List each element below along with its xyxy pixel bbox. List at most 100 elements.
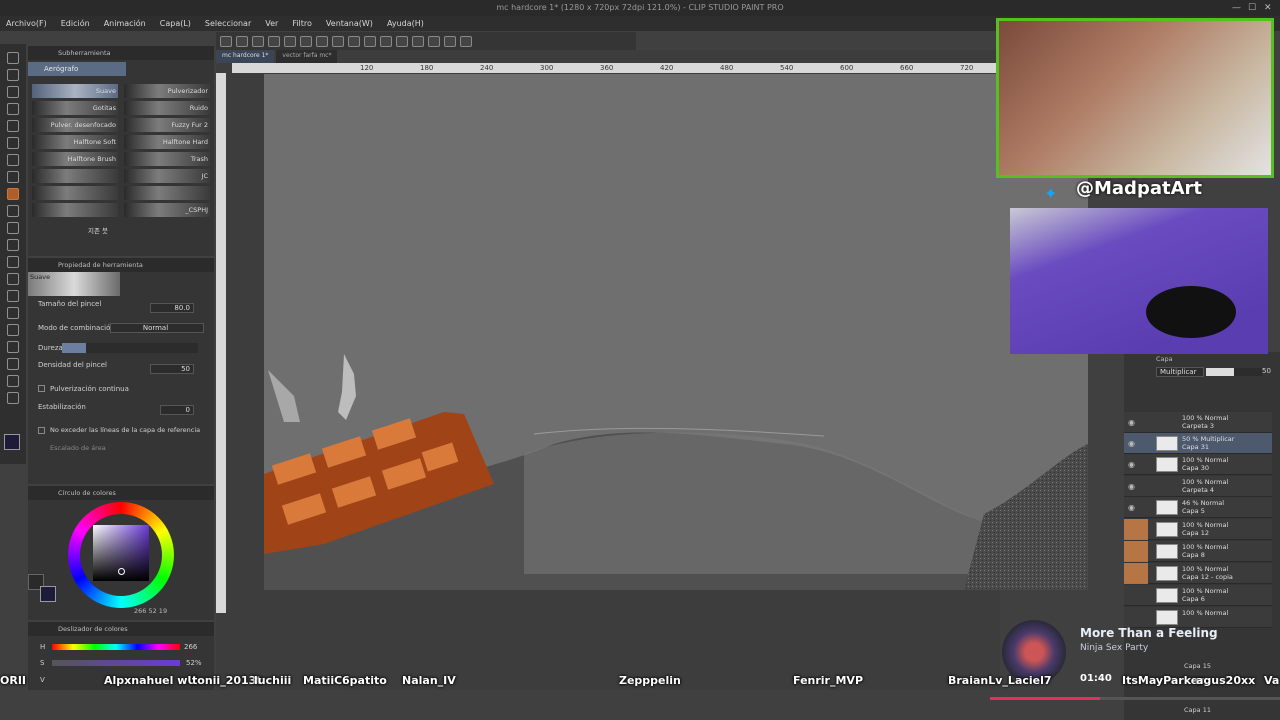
- layer-row[interactable]: ◉ 50 % Multiplicar Capa 31: [1124, 433, 1272, 454]
- menu-edicion[interactable]: Edición: [61, 19, 90, 28]
- ruler-tick-label: 600: [840, 64, 854, 72]
- menu-archivo[interactable]: Archivo(F): [6, 19, 47, 28]
- snap-grid-icon[interactable]: [380, 35, 392, 47]
- density-field[interactable]: 50: [150, 364, 194, 374]
- ruler-tick-label: 120: [360, 64, 374, 72]
- new-file-icon[interactable]: [220, 35, 232, 47]
- layer-row[interactable]: 100 % Normal: [1124, 607, 1272, 628]
- menu-ayuda[interactable]: Ayuda(H): [387, 19, 424, 28]
- redo-icon[interactable]: [284, 35, 296, 47]
- layer-row[interactable]: 100 % Normal Capa 12 - copia: [1124, 563, 1272, 584]
- layer-row[interactable]: 100 % Normal Capa 6: [1124, 585, 1272, 606]
- save-icon[interactable]: [252, 35, 264, 47]
- drawing-canvas[interactable]: [264, 74, 1088, 590]
- settings-icon[interactable]: [460, 35, 472, 47]
- blend-tool-icon[interactable]: [7, 256, 19, 268]
- layer-opacity-slider[interactable]: [1206, 368, 1262, 376]
- auto-select-tool-icon[interactable]: [7, 120, 19, 132]
- lasso-tool-icon[interactable]: [7, 103, 19, 115]
- eyedropper-tool-icon[interactable]: [7, 137, 19, 149]
- menu-animacion[interactable]: Animación: [104, 19, 146, 28]
- layer-mode: 100 % Normal: [1182, 478, 1229, 486]
- visibility-eye-icon[interactable]: ◉: [1128, 439, 1135, 448]
- layer-row[interactable]: ◉ 100 % Normal Capa 30: [1124, 454, 1272, 475]
- twitter-handle: @MadpatArt: [1076, 178, 1202, 199]
- layer-name[interactable]: Capa 15: [1184, 662, 1211, 670]
- subtool-group-airbrush[interactable]: Aerógrafo: [28, 62, 126, 76]
- layer-name: Capa 12: [1182, 529, 1209, 537]
- tone-icon[interactable]: [412, 35, 424, 47]
- menu-ventana[interactable]: Ventana(W): [326, 19, 373, 28]
- layer-name[interactable]: Capa 11: [1184, 706, 1211, 714]
- brush-size-field[interactable]: 80.0: [150, 303, 194, 313]
- frame-tool-icon[interactable]: [7, 324, 19, 336]
- clear-icon[interactable]: [300, 35, 312, 47]
- brush-custom[interactable]: [32, 169, 118, 183]
- deselect-icon[interactable]: [348, 35, 360, 47]
- correct-line-tool-icon[interactable]: [7, 392, 19, 404]
- close-icon[interactable]: ✕: [1264, 3, 1274, 13]
- visibility-eye-icon[interactable]: ◉: [1128, 460, 1135, 469]
- open-file-icon[interactable]: [236, 35, 248, 47]
- menu-filtro[interactable]: Filtro: [292, 19, 312, 28]
- select-tool-icon[interactable]: [7, 86, 19, 98]
- viewer-name: tonii_2013t: [192, 674, 262, 687]
- flip-icon[interactable]: [428, 35, 440, 47]
- snap-special-icon[interactable]: [396, 35, 408, 47]
- text-tool-icon[interactable]: [7, 358, 19, 370]
- maximize-icon[interactable]: ☐: [1248, 3, 1258, 13]
- snap-ruler-icon[interactable]: [364, 35, 376, 47]
- transform-icon[interactable]: [332, 35, 344, 47]
- visibility-eye-icon[interactable]: ◉: [1128, 482, 1135, 491]
- layer-row[interactable]: ◉ 100 % Normal Carpeta 4: [1124, 476, 1272, 497]
- brush-custom[interactable]: [124, 186, 210, 200]
- menu-seleccionar[interactable]: Seleccionar: [205, 19, 251, 28]
- tab-vector-farfa[interactable]: vector farfa mc*: [276, 50, 338, 63]
- no-exceed-checkbox[interactable]: [38, 427, 45, 434]
- airbrush-tool-icon[interactable]: [7, 188, 19, 200]
- menu-ver[interactable]: Ver: [265, 19, 278, 28]
- layer-row[interactable]: 100 % Normal Capa 8: [1124, 541, 1272, 562]
- fill-icon[interactable]: [316, 35, 328, 47]
- brush-label: Ruido: [189, 104, 208, 112]
- eraser-tool-icon[interactable]: [7, 239, 19, 251]
- ruler-tick-label: 240: [480, 64, 494, 72]
- brush-tool-icon[interactable]: [7, 205, 19, 217]
- zoom-tool-icon[interactable]: [7, 52, 19, 64]
- hue-slider[interactable]: [52, 644, 180, 650]
- minimize-icon[interactable]: —: [1232, 3, 1242, 13]
- brush-custom[interactable]: [32, 186, 118, 200]
- horizontal-ruler: 120180240300360420480540600660720780840: [232, 63, 1093, 73]
- undo-icon[interactable]: [268, 35, 280, 47]
- move-tool-icon[interactable]: [7, 69, 19, 81]
- layer-blend-select[interactable]: Multiplicar: [1156, 367, 1204, 377]
- main-color-swatch[interactable]: [40, 586, 56, 602]
- brush-custom[interactable]: [32, 203, 118, 217]
- brush-label[interactable]: 지존 붓: [88, 225, 108, 235]
- subtool-panel-title: Subherramienta: [28, 46, 214, 60]
- figure-tool-icon[interactable]: [7, 307, 19, 319]
- visibility-eye-icon[interactable]: ◉: [1128, 418, 1135, 427]
- layer-color-tag: [1124, 541, 1148, 562]
- main-color-swatch[interactable]: [4, 434, 20, 450]
- pen-tool-icon[interactable]: [7, 154, 19, 166]
- layer-row[interactable]: 100 % Normal Capa 12: [1124, 519, 1272, 540]
- saturation-slider[interactable]: [52, 660, 180, 666]
- color-picker-cursor[interactable]: [118, 568, 125, 575]
- crop-icon[interactable]: [444, 35, 456, 47]
- pencil-tool-icon[interactable]: [7, 171, 19, 183]
- ruler-tool-icon[interactable]: [7, 341, 19, 353]
- tab-mc-hardcore[interactable]: mc hardcore 1*: [216, 50, 275, 63]
- blend-mode-select[interactable]: Normal: [110, 323, 204, 333]
- stabilization-field[interactable]: 0: [160, 405, 194, 415]
- layer-row[interactable]: ◉ 100 % Normal Carpeta 3: [1124, 412, 1272, 433]
- balloon-tool-icon[interactable]: [7, 375, 19, 387]
- menu-capa[interactable]: Capa(L): [160, 19, 191, 28]
- decoration-tool-icon[interactable]: [7, 222, 19, 234]
- continuous-checkbox[interactable]: [38, 385, 45, 392]
- fill-tool-icon[interactable]: [7, 273, 19, 285]
- hardness-slider[interactable]: [62, 343, 198, 353]
- gradient-tool-icon[interactable]: [7, 290, 19, 302]
- layer-row[interactable]: ◉ 46 % Normal Capa 5: [1124, 497, 1272, 518]
- visibility-eye-icon[interactable]: ◉: [1128, 503, 1135, 512]
